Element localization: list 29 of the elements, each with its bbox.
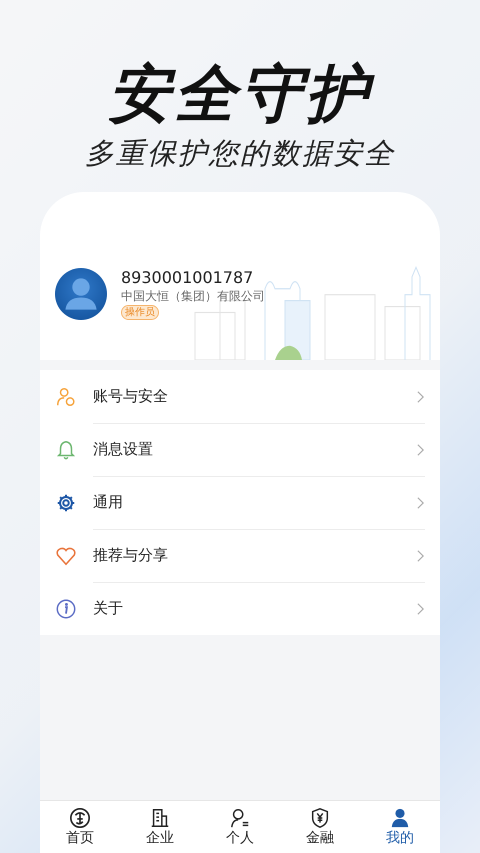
chevron-icon bbox=[416, 390, 425, 404]
tab[interactable]: 我的 bbox=[360, 801, 440, 853]
tab[interactable]: 企业 bbox=[120, 801, 200, 853]
chevron-icon bbox=[416, 548, 425, 562]
tab[interactable]: 个人 bbox=[200, 801, 280, 853]
menu-item[interactable]: 账号与安全 bbox=[40, 370, 440, 423]
tab[interactable]: 金融 bbox=[280, 801, 360, 853]
shield-icon bbox=[309, 807, 331, 829]
info-icon bbox=[55, 598, 77, 620]
chevron-icon bbox=[416, 602, 425, 616]
chevron-icon bbox=[416, 442, 425, 456]
menu-item[interactable]: 推荐与分享 bbox=[40, 529, 440, 582]
building-icon bbox=[149, 807, 171, 829]
chevron-icon bbox=[416, 496, 425, 510]
role-tag: 操作员 bbox=[121, 305, 159, 320]
subtitle: 多重保护您的数据安全 bbox=[85, 135, 395, 172]
company-name: 中国大恒（集团）有限公司 bbox=[121, 288, 265, 304]
person-icon bbox=[55, 386, 77, 408]
avatar[interactable] bbox=[55, 268, 107, 320]
menu-item[interactable]: 通用 bbox=[40, 476, 440, 529]
account-number: 8930001001787 bbox=[121, 268, 254, 288]
tab[interactable]: 首页 bbox=[40, 801, 120, 853]
person-icon bbox=[389, 807, 411, 829]
menu-item[interactable]: 关于 bbox=[40, 582, 440, 635]
coin-icon bbox=[69, 807, 91, 829]
bell-icon bbox=[55, 438, 77, 460]
person-icon bbox=[229, 807, 251, 829]
heart-icon bbox=[55, 544, 77, 566]
menu-item[interactable]: 消息设置 bbox=[40, 423, 440, 476]
